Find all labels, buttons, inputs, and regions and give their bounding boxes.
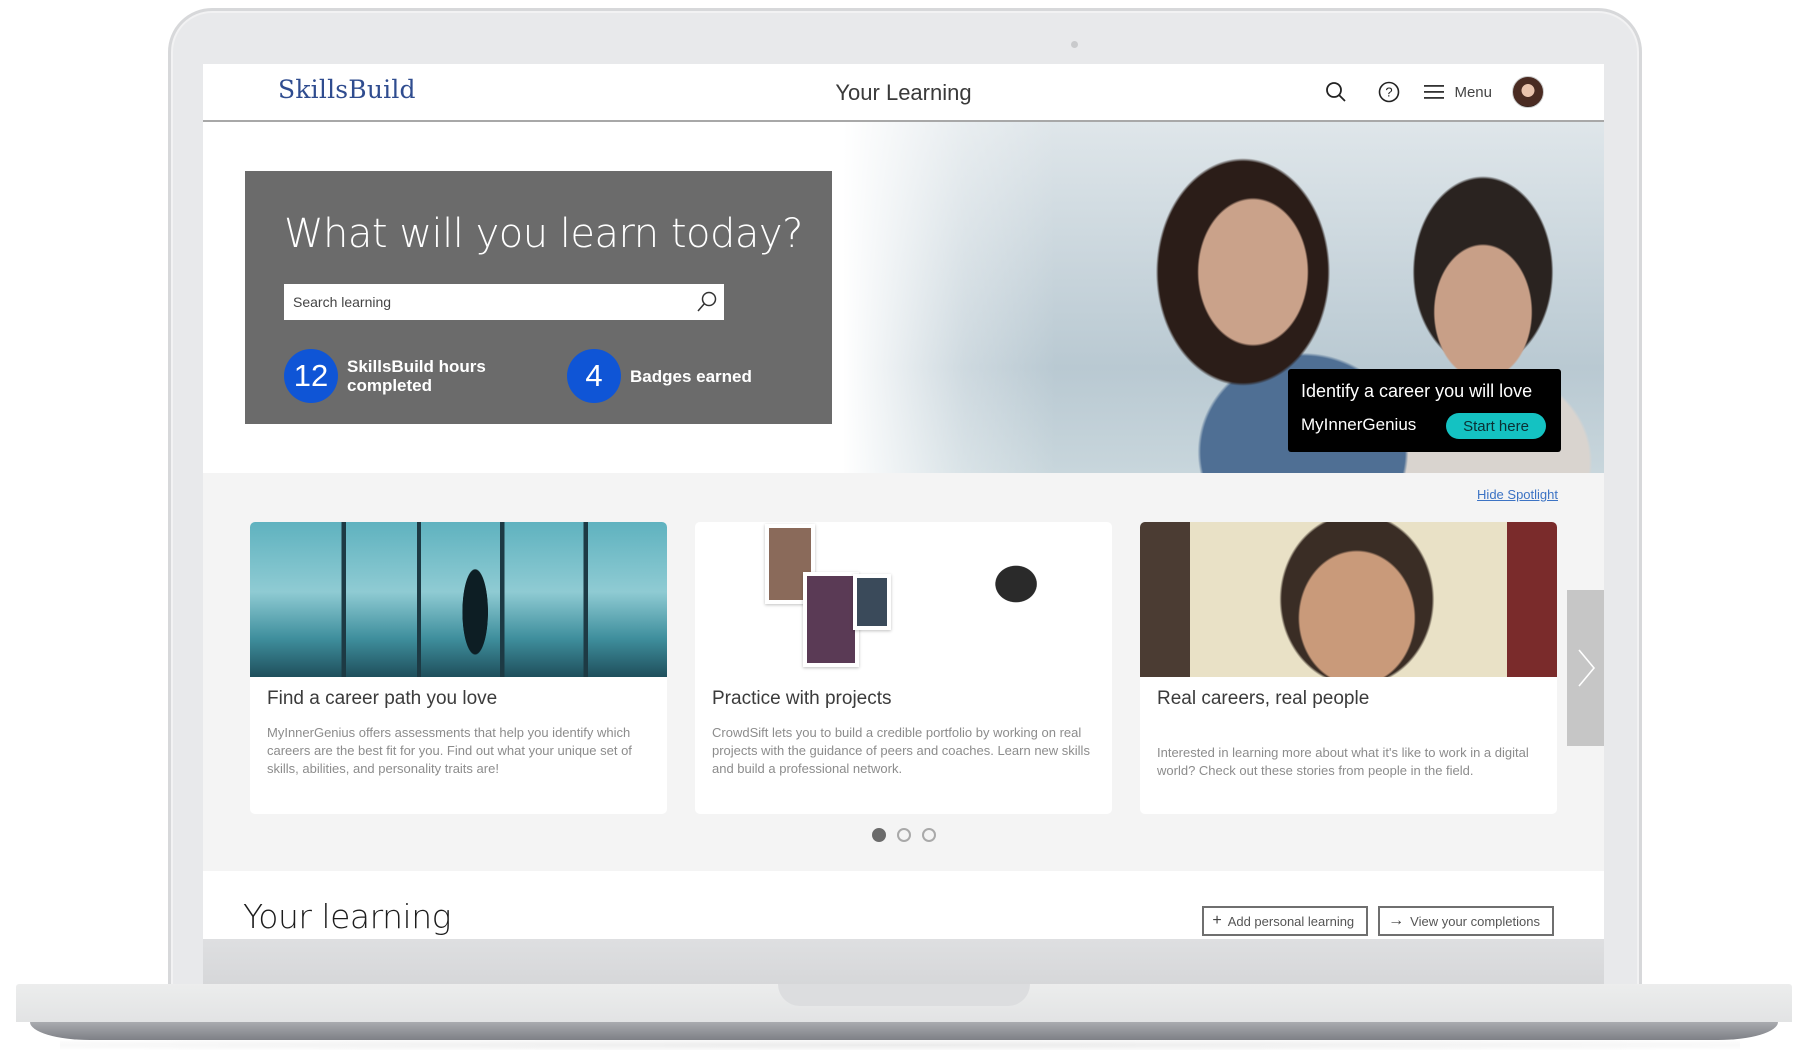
your-learning-title: Your learning <box>243 897 451 936</box>
card-title: Practice with projects <box>712 688 892 710</box>
career-cta: Identify a career you will love MyInnerG… <box>1288 369 1561 452</box>
myinnergenius-logo: MyInnerGenius <box>1301 415 1416 435</box>
stat-badges-label: Badges earned <box>630 367 752 386</box>
card-image-projects <box>695 522 1112 677</box>
card-title: Find a career path you love <box>267 688 497 710</box>
stat-hours: 12 SkillsBuild hours completed <box>284 349 497 403</box>
shadow <box>60 1040 1740 1050</box>
your-learning-section: Your learning + Add personal learning → … <box>203 871 1604 939</box>
search-learning-field <box>284 284 724 320</box>
search-submit-button[interactable] <box>690 285 724 319</box>
card-image-career <box>250 522 667 677</box>
pagination-dot[interactable] <box>872 828 886 842</box>
svg-text:?: ? <box>1386 85 1393 100</box>
hero-banner: What will you learn today? 12 SkillsBuil… <box>203 122 1604 473</box>
laptop-base-bottom <box>30 1022 1778 1040</box>
stat-badges: 4 Badges earned <box>567 349 752 403</box>
top-bar: SkillsBuild Your Learning ? Menu <box>203 64 1604 122</box>
hero-heading: What will you learn today? <box>284 211 803 257</box>
hero-panel: What will you learn today? 12 SkillsBuil… <box>245 171 832 424</box>
hide-spotlight-link[interactable]: Hide Spotlight <box>1477 487 1558 502</box>
menu-label: Menu <box>1454 84 1492 101</box>
search-icon <box>1325 81 1347 103</box>
pagination-dot[interactable] <box>897 828 911 842</box>
view-completions-button[interactable]: → View your completions <box>1378 906 1554 936</box>
spotlight-card[interactable]: Real careers, real people Interested in … <box>1140 522 1557 814</box>
pagination-dot[interactable] <box>922 828 936 842</box>
view-completions-label: View your completions <box>1410 914 1540 929</box>
plus-icon: + <box>1212 912 1221 930</box>
arrow-right-icon: → <box>1388 912 1404 930</box>
card-description: CrowdSift lets you to build a credible p… <box>712 724 1092 778</box>
card-image-people <box>1140 522 1557 677</box>
user-avatar[interactable] <box>1512 76 1544 108</box>
carousel-pagination <box>203 828 1604 842</box>
stat-hours-value: 12 <box>284 349 338 403</box>
help-icon: ? <box>1378 81 1400 103</box>
screen-bezel <box>203 939 1604 984</box>
camera-icon <box>1071 41 1078 48</box>
app-screen: SkillsBuild Your Learning ? Menu What wi… <box>203 64 1604 939</box>
search-icon <box>695 290 719 314</box>
header-actions: ? Menu <box>1301 74 1544 110</box>
spotlight-card[interactable]: Practice with projects CrowdSift lets yo… <box>695 522 1112 814</box>
chevron-right-icon <box>1576 648 1596 688</box>
start-here-button[interactable]: Start here <box>1446 413 1546 439</box>
menu-button[interactable]: Menu <box>1424 84 1492 101</box>
search-learning-input[interactable] <box>284 284 690 320</box>
add-personal-learning-button[interactable]: + Add personal learning <box>1202 906 1368 936</box>
card-title: Real careers, real people <box>1157 688 1369 710</box>
learning-actions: + Add personal learning → View your comp… <box>1202 906 1554 936</box>
laptop-notch <box>778 984 1030 1006</box>
search-button[interactable] <box>1318 74 1354 110</box>
stat-badges-value: 4 <box>567 349 621 403</box>
cta-title: Identify a career you will love <box>1301 381 1532 402</box>
photo-thumbnail <box>853 574 891 630</box>
spotlight-card[interactable]: Find a career path you love MyInnerGeniu… <box>250 522 667 814</box>
card-description: MyInnerGenius offers assessments that he… <box>267 724 647 778</box>
photo-thumbnail <box>803 572 859 667</box>
spotlight-section: Hide Spotlight Find a career path you lo… <box>203 473 1604 871</box>
add-personal-learning-label: Add personal learning <box>1228 914 1354 929</box>
hamburger-icon <box>1424 84 1444 100</box>
carousel-next-button[interactable] <box>1567 590 1604 746</box>
stat-hours-label: SkillsBuild hours completed <box>347 357 497 395</box>
card-description: Interested in learning more about what i… <box>1157 744 1537 780</box>
help-button[interactable]: ? <box>1371 74 1407 110</box>
spotlight-carousel: Find a career path you love MyInnerGeniu… <box>250 522 1557 814</box>
